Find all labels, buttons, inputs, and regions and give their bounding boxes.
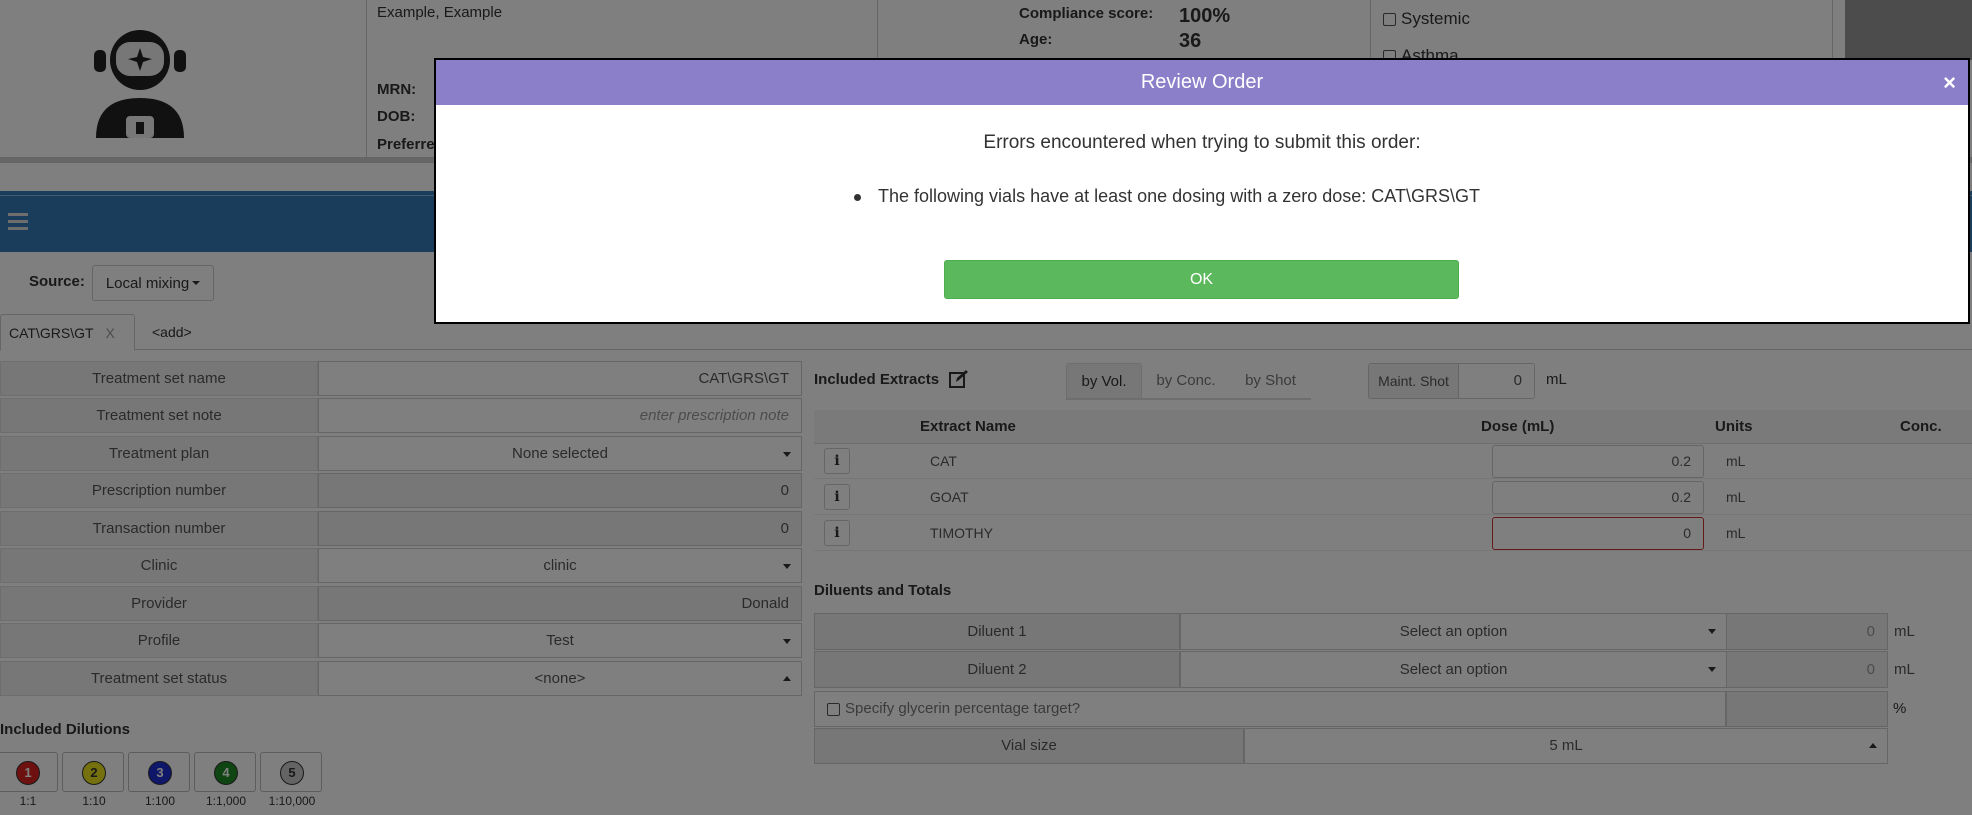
modal-title: Review Order xyxy=(436,60,1968,105)
modal-message: Errors encountered when trying to submit… xyxy=(983,132,1421,153)
close-icon[interactable]: × xyxy=(1943,60,1956,105)
modal-error-item: The following vials have at least one do… xyxy=(854,186,1480,206)
review-order-modal: Review Order × Errors encountered when t… xyxy=(434,58,1970,324)
ok-button[interactable]: OK xyxy=(944,260,1459,299)
